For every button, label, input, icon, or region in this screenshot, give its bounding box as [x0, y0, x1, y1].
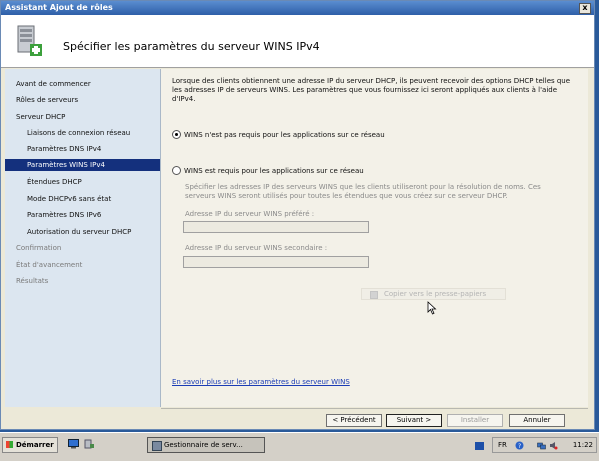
copy-button-label: Copier vers le presse-papiers: [384, 290, 487, 298]
radio-wins-required[interactable]: [172, 166, 181, 175]
description-text: Lorsque des clients obtiennent une adres…: [172, 77, 571, 103]
wins-not-required-label[interactable]: WINS n'est pas requis pour les applicati…: [184, 131, 385, 139]
sidebar-item-autorisation-dhcp[interactable]: Autorisation du serveur DHCP: [5, 226, 160, 238]
security-shield-icon: [475, 442, 484, 450]
sidebar-item-confirmation: Confirmation: [16, 244, 62, 252]
radio-wins-not-required[interactable]: [172, 130, 181, 139]
sidebar-item-etat-avancement: État d'avancement: [16, 261, 83, 269]
secondary-wins-field[interactable]: [183, 256, 369, 268]
server-manager-icon: [152, 441, 162, 451]
add-roles-wizard-window: Assistant Ajout de rôles x Spécifier les…: [0, 0, 595, 430]
wizard-header: Spécifier les paramètres du serveur WINS…: [1, 15, 594, 68]
wins-help-link[interactable]: En savoir plus sur les paramètres du ser…: [172, 378, 350, 386]
close-button[interactable]: x: [579, 3, 591, 14]
start-label: Démarrer: [16, 441, 54, 449]
sidebar-item-serveur-dhcp[interactable]: Serveur DHCP: [5, 111, 160, 123]
copy-to-clipboard-button[interactable]: Copier vers le presse-papiers: [361, 288, 506, 300]
secondary-wins-label: Adresse IP du serveur WINS secondaire :: [185, 244, 328, 252]
wins-required-label[interactable]: WINS est requis pour les applications su…: [184, 167, 364, 175]
sidebar-item-wins-ipv4[interactable]: Paramètres WINS IPv4: [5, 159, 160, 171]
svg-text:?: ?: [518, 443, 521, 450]
taskbar: Démarrer Gestionnaire de serv... FR ? 11…: [0, 432, 599, 461]
network-icon[interactable]: [537, 441, 546, 450]
cancel-button[interactable]: Annuler: [509, 414, 565, 427]
server-manager-quicklaunch-icon[interactable]: [84, 439, 95, 449]
preferred-wins-label: Adresse IP du serveur WINS préféré :: [185, 210, 315, 218]
wizard-sidebar: Avant de commencer Rôles de serveurs Ser…: [5, 69, 161, 407]
mouse-cursor-icon: [427, 301, 437, 315]
taskbar-item-server-manager[interactable]: Gestionnaire de serv...: [147, 437, 265, 453]
clock[interactable]: 11:22: [573, 441, 593, 449]
help-icon[interactable]: ?: [515, 441, 524, 450]
start-button[interactable]: Démarrer: [2, 437, 58, 453]
windows-logo-icon: [6, 441, 13, 448]
install-button: Installer: [447, 414, 503, 427]
sidebar-item-dhcpv6-sans-etat[interactable]: Mode DHCPv6 sans état: [5, 193, 160, 205]
sidebar-item-dns-ipv4[interactable]: Paramètres DNS IPv4: [5, 143, 160, 155]
sidebar-item-avant-de-commencer[interactable]: Avant de commencer: [5, 78, 160, 90]
server-add-icon: [17, 25, 42, 56]
sidebar-item-roles-de-serveurs[interactable]: Rôles de serveurs: [5, 94, 160, 106]
show-desktop-icon[interactable]: [68, 439, 79, 449]
clipboard-icon: [370, 291, 378, 299]
preferred-wins-field[interactable]: [183, 221, 369, 233]
system-tray: FR ? 11:22: [492, 437, 597, 453]
next-button[interactable]: Suivant >: [386, 414, 442, 427]
wizard-content: Lorsque des clients obtiennent une adres…: [161, 69, 588, 407]
previous-button[interactable]: < Précédent: [326, 414, 382, 427]
window-title: Assistant Ajout de rôles: [5, 3, 113, 12]
sidebar-item-liaisons-connexion[interactable]: Liaisons de connexion réseau: [5, 127, 160, 139]
task-label: Gestionnaire de serv...: [164, 441, 243, 449]
sidebar-item-etendues-dhcp[interactable]: Étendues DHCP: [5, 176, 160, 188]
volume-icon[interactable]: [549, 441, 558, 450]
sidebar-item-resultats: Résultats: [16, 277, 49, 285]
title-bar[interactable]: Assistant Ajout de rôles x: [1, 1, 594, 15]
language-indicator[interactable]: FR: [498, 441, 507, 449]
sidebar-item-dns-ipv6[interactable]: Paramètres DNS IPv6: [5, 209, 160, 221]
button-separator: [161, 408, 588, 409]
wins-servers-description: Spécifier les adresses IP des serveurs W…: [185, 183, 541, 200]
page-title: Spécifier les paramètres du serveur WINS…: [63, 40, 320, 53]
